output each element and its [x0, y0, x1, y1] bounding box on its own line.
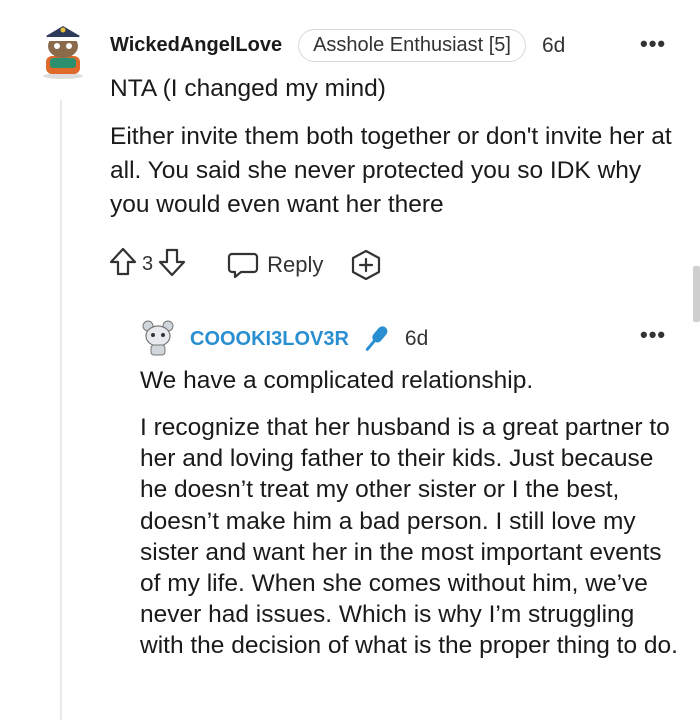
microphone-badge	[359, 322, 393, 356]
timestamp[interactable]: 6d	[405, 327, 428, 351]
comment-body: NTA (I changed my mind) Either invite th…	[110, 72, 680, 236]
comment-paragraph: I recognize that her husband is a great …	[140, 414, 678, 660]
snoo-avatar-icon	[43, 26, 83, 79]
comment-header: COOOKI3LOV3R 6d	[190, 322, 428, 356]
downvote-button[interactable]	[157, 246, 187, 283]
thread-line[interactable]	[60, 100, 62, 720]
scrollbar-thumb[interactable]	[693, 266, 700, 322]
comment-header: WickedAngelLove Asshole Enthusiast [5] 6…	[110, 29, 565, 62]
reply-button[interactable]: Reply	[227, 250, 323, 280]
avatar[interactable]	[138, 318, 178, 363]
username[interactable]: WickedAngelLove	[110, 34, 282, 57]
speech-bubble-icon	[228, 252, 259, 278]
microphone-icon	[365, 326, 388, 351]
avatar[interactable]	[36, 22, 90, 85]
comment-actions: 3 Reply	[108, 246, 383, 283]
comment-body: We have a complicated relationship. I re…	[140, 364, 680, 676]
comment-paragraph: We have a complicated relationship.	[140, 367, 534, 394]
upvote-arrow-icon	[109, 247, 137, 276]
downvote-arrow-icon	[159, 248, 186, 277]
vote-count: 3	[142, 253, 154, 275]
comment-paragraph: NTA (I changed my mind)	[110, 75, 386, 102]
more-options-icon[interactable]: •••	[640, 322, 666, 348]
user-flair: Asshole Enthusiast [5]	[298, 29, 526, 62]
comment-paragraph: Either invite them both together or don'…	[110, 123, 672, 218]
username[interactable]: COOOKI3LOV3R	[190, 328, 349, 351]
plus-award-icon	[352, 249, 381, 280]
upvote-button[interactable]	[108, 246, 138, 283]
reply-label: Reply	[267, 251, 324, 277]
more-options-icon[interactable]: •••	[640, 31, 666, 57]
snoo-avatar-icon	[142, 320, 174, 356]
timestamp[interactable]: 6d	[542, 34, 565, 58]
award-button[interactable]	[349, 248, 383, 282]
